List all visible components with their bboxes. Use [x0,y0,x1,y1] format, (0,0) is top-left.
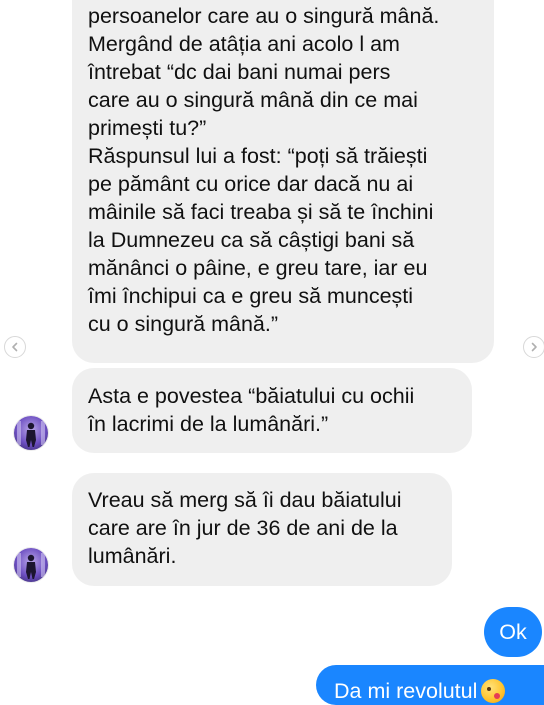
chevron-left-icon [12,342,18,352]
message-text: Asta e povestea “băiatului cu ochii în l… [88,384,415,436]
message-text: persoanelor care au o singură mână. Merg… [88,4,440,336]
message-text: Ok [499,620,527,644]
previous-image-button[interactable] [4,336,26,358]
message-bubble-incoming[interactable]: persoanelor care au o singură mână. Merg… [72,0,494,363]
chevron-right-icon [531,342,537,352]
message-bubble-incoming[interactable]: Asta e povestea “băiatului cu ochii în l… [72,368,472,453]
message-bubble-outgoing[interactable]: Ok [484,607,542,657]
kissing-face-emoji-icon [481,679,506,703]
message-text: Da mi revolutul [334,679,478,703]
person-silhouette-icon [17,553,45,579]
next-image-button[interactable] [523,336,544,358]
message-bubble-outgoing[interactable]: Da mi revolutul [316,665,544,705]
message-bubble-incoming[interactable]: Vreau să merg să îi dau băiatului care a… [72,473,452,586]
message-text: Vreau să merg să îi dau băiatului care a… [88,488,402,568]
avatar[interactable] [14,416,48,450]
avatar[interactable] [14,548,48,582]
person-silhouette-icon [17,421,45,447]
